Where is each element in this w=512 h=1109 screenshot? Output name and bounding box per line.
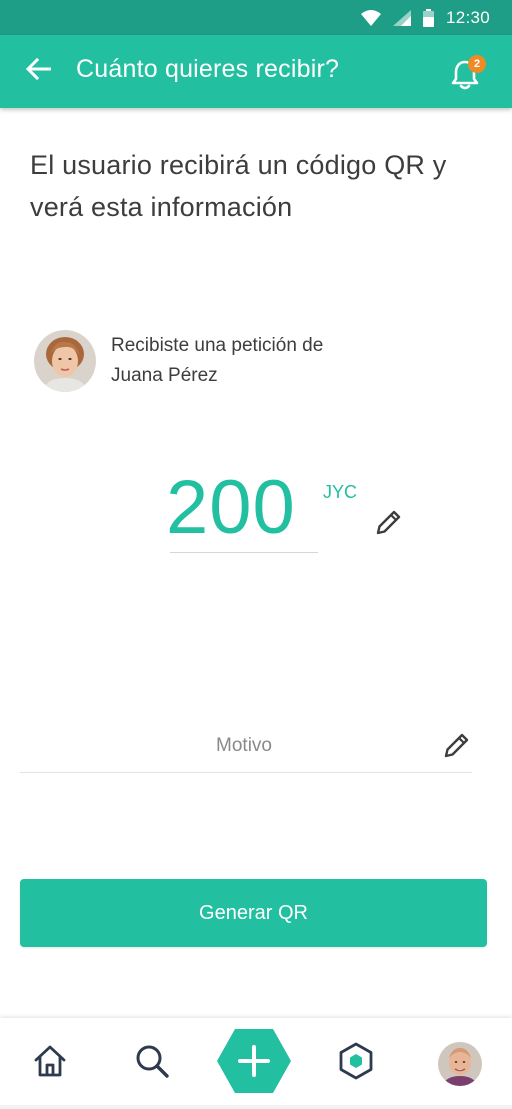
signal-icon <box>392 10 411 26</box>
back-button[interactable] <box>20 53 56 89</box>
motivo-field[interactable]: Motivo <box>20 727 472 773</box>
arrow-left-icon <box>25 57 52 85</box>
bottom-nav <box>0 1018 512 1109</box>
edit-motivo-button[interactable] <box>439 729 473 763</box>
wifi-icon <box>360 10 381 26</box>
nav-search[interactable] <box>126 1018 178 1109</box>
nav-profile[interactable] <box>434 1018 486 1109</box>
app-bar: Cuánto quieres recibir? 2 <box>0 35 512 108</box>
requester-name: Juana Pérez <box>111 365 218 386</box>
home-icon <box>32 1043 68 1084</box>
instruction-heading: El usuario recibirá un código QR y verá … <box>30 150 447 222</box>
search-icon <box>133 1042 171 1085</box>
battery-icon <box>422 9 434 27</box>
request-text: Recibiste una petición de Juana Pérez <box>111 331 323 391</box>
motivo-placeholder: Motivo <box>216 735 272 756</box>
generate-qr-button[interactable]: Generar QR <box>20 879 487 947</box>
currency-label: JYC <box>323 482 358 502</box>
edit-amount-button[interactable] <box>371 506 405 540</box>
amount-value: 200 <box>166 465 296 550</box>
user-avatar <box>34 330 96 392</box>
amount-underline <box>170 552 318 553</box>
nav-exchange[interactable] <box>330 1018 382 1109</box>
nav-add[interactable] <box>214 1018 294 1109</box>
notification-badge: 2 <box>468 55 486 73</box>
pencil-icon <box>439 733 473 767</box>
request-info: Recibiste una petición de Juana Pérez <box>34 330 323 392</box>
add-icon <box>216 1027 292 1100</box>
notifications-button[interactable]: 2 <box>446 53 486 93</box>
pencil-icon <box>371 510 405 544</box>
nav-home[interactable] <box>24 1018 76 1109</box>
page-title: Cuánto quieres recibir? <box>76 55 340 83</box>
exchange-icon <box>336 1041 376 1086</box>
request-label: Recibiste una petición de <box>111 335 324 356</box>
status-icons: 12:30 <box>360 8 490 28</box>
bottom-divider <box>0 1105 512 1109</box>
status-bar: 12:30 <box>0 0 512 35</box>
status-time: 12:30 <box>445 8 490 27</box>
profile-avatar <box>438 1041 482 1086</box>
